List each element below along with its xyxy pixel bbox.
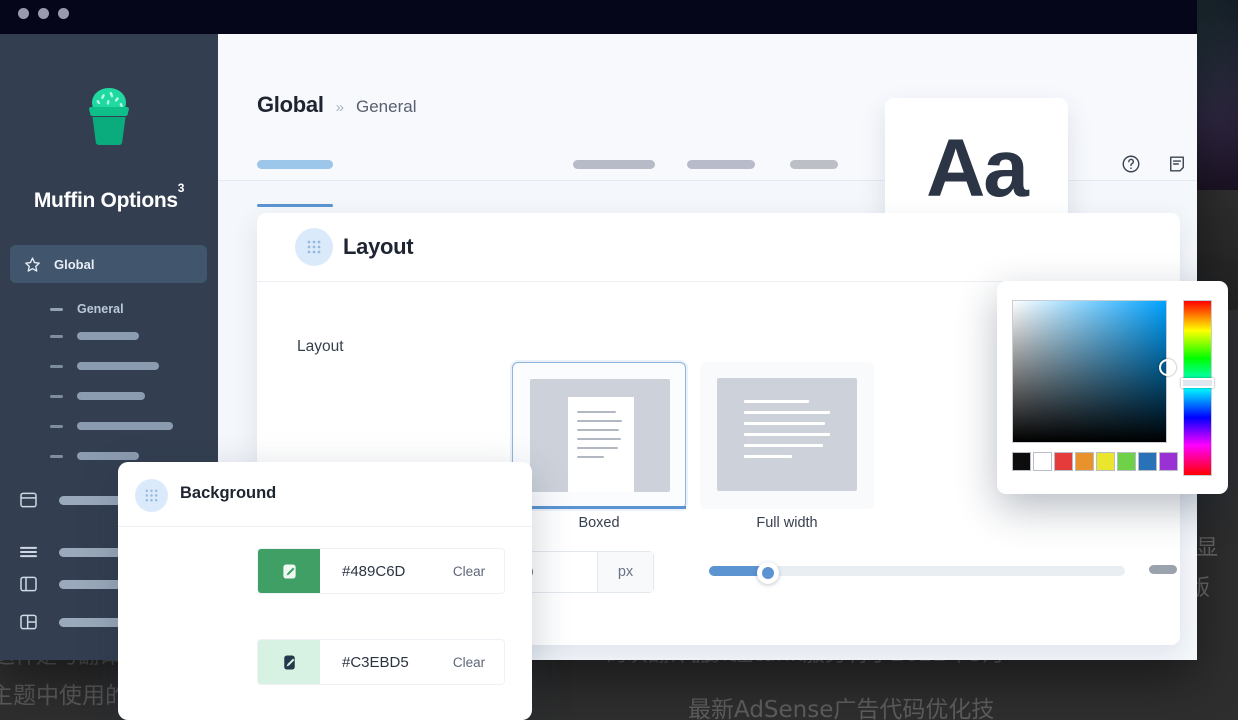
dash-marker	[50, 454, 63, 458]
dash-marker	[50, 334, 63, 338]
sidebar-item-global[interactable]: Global	[10, 245, 207, 283]
body-background-swatch[interactable]	[258, 549, 320, 593]
dash-marker	[50, 424, 63, 428]
sidebar-subitem-3[interactable]	[50, 362, 159, 370]
color-picker-popup[interactable]	[997, 281, 1228, 494]
layout-option-fullwidth-label: Full width	[756, 515, 818, 531]
boxed-thumbnail	[530, 379, 670, 492]
eyedropper-icon	[283, 655, 295, 669]
brand-name: Muffin Options3	[0, 181, 218, 213]
layout-panel-title: Layout	[343, 234, 414, 259]
boxed-thumbnail-page	[568, 397, 634, 492]
tab-1[interactable]	[257, 160, 333, 169]
body-background-clear-button[interactable]: Clear	[434, 564, 504, 579]
sidebar-subitem-general[interactable]: General	[50, 302, 124, 316]
columns-layout-icon	[18, 612, 39, 632]
minimize-dot[interactable]	[38, 8, 49, 19]
tab-3[interactable]	[687, 160, 755, 169]
sidebar-item-global-label: Global	[54, 256, 95, 272]
spacing-number-field[interactable]: 0 px	[512, 551, 654, 593]
sidebar-subitem-4[interactable]	[50, 392, 145, 400]
tab-4[interactable]	[790, 160, 838, 169]
spacing-slider[interactable]	[709, 562, 1125, 584]
fullwidth-thumbnail-lines	[744, 400, 830, 466]
brand-label: Muffin Options	[33, 189, 178, 212]
layout-option-boxed[interactable]	[512, 362, 686, 509]
breadcrumb: Global » General	[257, 92, 416, 118]
placeholder-bar	[77, 332, 139, 340]
content-background-hex[interactable]: #C3EBD5	[320, 654, 434, 671]
color-preset-blue[interactable]	[1138, 452, 1157, 471]
hue-slider[interactable]	[1183, 300, 1212, 476]
hue-slider-knob[interactable]	[1181, 378, 1214, 388]
dash-marker	[50, 307, 63, 311]
breadcrumb-root[interactable]: Global	[257, 92, 324, 118]
color-preset-yellow[interactable]	[1096, 452, 1115, 471]
sidebar-subitem-label: General	[77, 302, 124, 316]
layout-option-boxed-label: Boxed	[578, 515, 620, 531]
eyedropper-icon	[282, 564, 296, 578]
menu-lines-icon	[18, 542, 39, 562]
font-sample-glyphs: Aa	[926, 123, 1029, 214]
background-panel-title: Background	[180, 484, 277, 502]
brand-logo	[0, 84, 218, 155]
placeholder-bar	[77, 362, 159, 370]
content-background-clear-button[interactable]: Clear	[434, 655, 504, 670]
color-preset-purple[interactable]	[1159, 452, 1178, 471]
maximize-dot[interactable]	[58, 8, 69, 19]
saturation-value-area[interactable]	[1012, 300, 1167, 443]
breadcrumb-separator: »	[335, 99, 344, 116]
placeholder-bar	[77, 452, 139, 460]
color-preset-red[interactable]	[1054, 452, 1073, 471]
sidebar-subitem-6[interactable]	[50, 452, 139, 460]
close-dot[interactable]	[18, 8, 29, 19]
brand-version: 3	[177, 180, 185, 195]
grid-dots-icon	[135, 479, 168, 512]
layout-row-label: Layout	[297, 338, 344, 355]
breadcrumb-leaf[interactable]: General	[356, 97, 416, 117]
background-text-line: 最新AdSense广告代码优化技	[688, 697, 995, 720]
sidebar-subitem-5[interactable]	[50, 422, 173, 430]
background-panel-divider	[118, 526, 532, 527]
muffin-cupcake-icon	[89, 88, 129, 145]
color-preset-black[interactable]	[1012, 452, 1031, 471]
grid-dots-icon	[295, 228, 333, 266]
sidebar-subitem-2[interactable]	[50, 332, 139, 340]
body-background-color-field[interactable]: #489C6D Clear	[257, 548, 505, 594]
dash-marker	[50, 364, 63, 368]
placeholder-bar	[77, 392, 145, 400]
sidebar-panel-icon	[18, 574, 39, 594]
fullwidth-thumbnail	[717, 378, 857, 491]
color-preset-orange[interactable]	[1075, 452, 1094, 471]
dash-marker	[50, 394, 63, 398]
tab-active-underline	[257, 204, 333, 207]
star-icon	[25, 256, 40, 272]
color-preset-white[interactable]	[1033, 452, 1052, 471]
saturation-value-cursor[interactable]	[1159, 359, 1176, 376]
slider-knob[interactable]	[757, 562, 779, 584]
layout-option-boxed-selected-underline	[512, 506, 686, 509]
header-layout-icon	[18, 490, 39, 510]
layout-option-fullwidth[interactable]	[700, 362, 874, 509]
help-circle-icon[interactable]	[1121, 154, 1141, 174]
placeholder-bar	[77, 422, 173, 430]
content-background-swatch[interactable]	[258, 640, 320, 684]
color-preset-green[interactable]	[1117, 452, 1136, 471]
tab-2[interactable]	[573, 160, 655, 169]
placeholder-bar	[1149, 565, 1177, 574]
window-titlebar	[0, 0, 1197, 34]
spacing-unit-label: px	[597, 552, 653, 592]
background-text-line: 显	[1196, 536, 1219, 561]
body-background-hex[interactable]: #489C6D	[320, 563, 434, 580]
note-document-icon[interactable]	[1167, 154, 1187, 174]
content-background-color-field[interactable]: #C3EBD5 Clear	[257, 639, 505, 685]
background-text-line: 主题中使用的	[0, 683, 128, 709]
